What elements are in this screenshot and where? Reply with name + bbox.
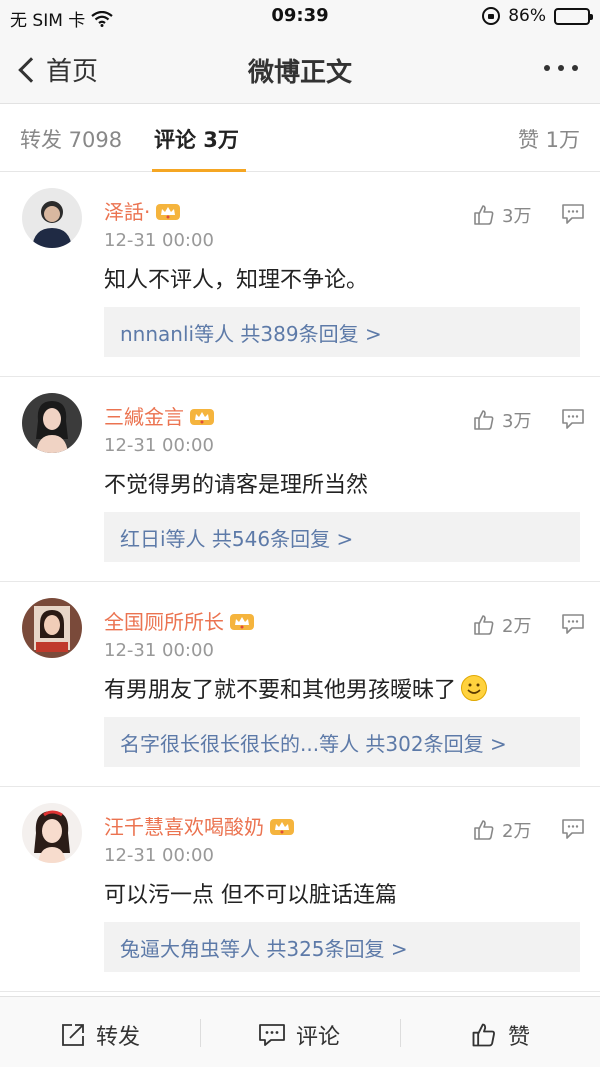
more-options-icon[interactable] [544,65,578,71]
comment-time: 12-31 00:00 [104,640,214,661]
repost-button[interactable]: 转发 [60,1019,140,1051]
like-button[interactable]: 3万 [472,202,531,228]
comment-time: 12-31 00:00 [104,230,214,251]
tab-bar: 转发 7098 评论 3万 赞 1万 [0,104,600,172]
nav-bar: 首页 微博正文 [0,34,600,104]
user-row: 全国厕所所长 [104,606,256,635]
tab-repost[interactable]: 转发 7098 [20,124,122,154]
comment-text: 有男朋友了就不要和其他男孩暧昧了 [104,672,488,704]
reply-icon[interactable] [561,408,585,434]
thumbs-up-icon [474,820,494,840]
battery-percent: 86% [508,6,546,26]
reply-summary[interactable]: 名字很长很长很长的...等人 共302条回复 > [104,717,580,767]
avatar[interactable] [22,393,82,453]
comment-icon [259,1024,285,1046]
comment-item: 三緘金言 12-31 00:00 3万 不觉得男的请客是理所当然 红日i等人 共… [0,377,600,582]
comment-text-content: 有男朋友了就不要和其他男孩暧昧了 [104,678,457,703]
comment-time: 12-31 00:00 [104,435,214,456]
avatar[interactable] [22,598,82,658]
comment-text: 知人不评人，知理不争论。 [104,262,368,294]
repost-label: 转发 [96,1025,141,1050]
battery-icon [554,7,593,25]
comment-text: 不觉得男的请客是理所当然 [104,467,368,499]
repost-icon [62,1024,84,1046]
reply-icon[interactable] [561,613,585,639]
avatar[interactable] [22,188,82,248]
user-row: 汪千慧喜欢喝酸奶 [104,811,296,840]
comment-label: 评论 [296,1025,341,1050]
divider [400,1019,401,1047]
like-post-button[interactable]: 赞 [470,1019,530,1051]
comment-item: 汪千慧喜欢喝酸奶 12-31 00:00 2万 可以污一点 但不可以脏话连篇 兔… [0,787,600,992]
like-count: 3万 [502,206,532,227]
thumbs-up-icon [472,1023,495,1047]
comment-text-content: 不觉得男的请客是理所当然 [104,473,369,498]
status-bar: 无 SIM 卡 09:39 86% [0,0,600,34]
username[interactable]: 三緘金言 [104,401,184,430]
comment-text: 可以污一点 但不可以脏话连篇 [104,877,397,909]
crown-badge-icon [154,200,182,222]
thumbs-up-icon [474,615,494,635]
crown-badge-icon [188,405,216,427]
thumbs-up-icon [474,205,494,225]
like-button[interactable]: 2万 [472,817,531,843]
user-row: 泽話· [104,196,182,225]
username[interactable]: 全国厕所所长 [104,606,224,635]
reply-icon[interactable] [561,203,585,229]
reply-summary[interactable]: 兔逼大角虫等人 共325条回复 > [104,922,580,972]
crown-badge-icon [268,815,296,837]
comment-time: 12-31 00:00 [104,845,214,866]
comment-list: 泽話· 12-31 00:00 3万 知人不评人，知理不争论。 nnnanli等… [0,172,600,992]
username[interactable]: 汪千慧喜欢喝酸奶 [104,811,264,840]
comment-item: 全国厕所所长 12-31 00:00 2万 有男朋友了就不要和其他男孩暧昧了 名… [0,582,600,787]
divider [200,1019,201,1047]
reply-summary[interactable]: 红日i等人 共546条回复 > [104,512,580,562]
reply-icon[interactable] [561,818,585,844]
username[interactable]: 泽話· [104,196,150,225]
like-count: 2万 [502,821,532,842]
comment-item: 泽話· 12-31 00:00 3万 知人不评人，知理不争论。 nnnanli等… [0,172,600,377]
like-button[interactable]: 2万 [472,612,531,638]
comment-button[interactable]: 评论 [258,1019,340,1051]
smiley-emoji-icon [460,674,488,702]
like-count: 3万 [502,411,532,432]
thumbs-up-icon [474,410,494,430]
like-button[interactable]: 3万 [472,407,531,433]
tab-comments[interactable]: 评论 3万 [154,124,239,154]
avatar[interactable] [22,803,82,863]
like-label: 赞 [508,1025,531,1050]
page-title: 微博正文 [247,58,352,88]
comment-text-content: 可以污一点 但不可以脏话连篇 [104,883,397,908]
crown-badge-icon [228,610,256,632]
comment-text-content: 知人不评人，知理不争论。 [104,268,369,293]
like-count: 2万 [502,616,532,637]
user-row: 三緘金言 [104,401,216,430]
rotation-lock-icon [482,7,501,25]
reply-summary[interactable]: nnnanli等人 共389条回复 > [104,307,580,357]
tab-likes[interactable]: 赞 1万 [518,124,580,154]
status-right: 86% [482,6,593,26]
bottom-action-bar: 转发 评论 赞 [0,996,600,1067]
